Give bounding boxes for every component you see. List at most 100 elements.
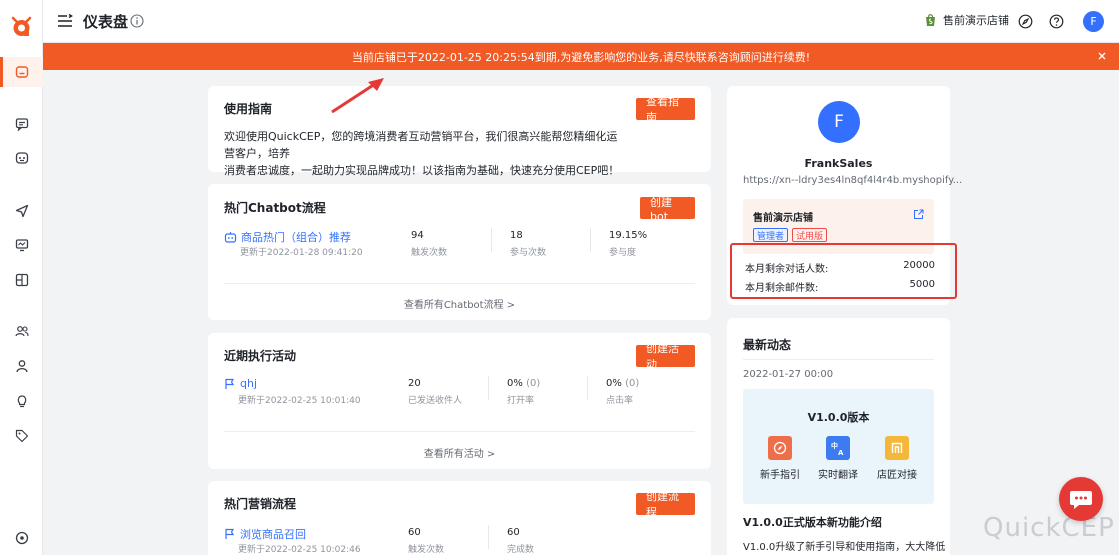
plan-badge: 试用版	[792, 228, 828, 242]
create-campaign-button[interactable]: 创建活动	[636, 342, 695, 371]
stat-label: 参与次数	[510, 248, 547, 258]
guide-card: 使用指南 查看指南 欢迎使用QuickCEP，您的跨境消费者互动营销平台，我们很…	[208, 86, 711, 177]
store-switcher-label: 售前演示店铺	[943, 14, 1009, 27]
divider	[488, 376, 489, 400]
quota-row-conversations: 本月剩余对话人数: 20000	[745, 260, 935, 275]
watermark-text: QuickCEP	[983, 513, 1115, 543]
flag-icon	[225, 378, 235, 389]
feature-label: 店匠对接	[877, 470, 917, 481]
quota-value: 5000	[909, 279, 935, 290]
news-headline[interactable]: V1.0.0正式版本新功能介绍	[743, 514, 882, 530]
marketing-card: 热门营销流程 创建流程 浏览商品召回 更新于2022-02-25 10:02:4…	[208, 481, 711, 555]
divider	[587, 376, 588, 400]
chatbot-flow-link[interactable]: 商品热门（组合）推荐	[224, 229, 351, 245]
marketing-title: 热门营销流程	[224, 497, 297, 511]
create-flow-button[interactable]: 创建流程	[636, 490, 695, 519]
nav-tags-icon[interactable]	[12, 426, 32, 446]
page-title: 仪表盘	[83, 13, 129, 31]
campaign-updated: 更新于2022-02-25 10:01:40	[238, 396, 361, 406]
nav-audience-icon[interactable]	[12, 321, 32, 341]
nav-dashboard-icon[interactable]	[0, 57, 43, 87]
menu-toggle-icon[interactable]	[57, 13, 73, 29]
news-date: 2022-01-27 00:00	[743, 369, 834, 380]
store-name: 售前演示店铺	[753, 213, 813, 224]
news-title: 最新动态	[743, 338, 792, 352]
feature-item: 中A 实时翻译	[813, 436, 863, 481]
stat-value: 60	[408, 527, 421, 538]
feature-label: 实时翻译	[818, 470, 858, 481]
divider	[590, 228, 591, 252]
marketing-flow-name: 浏览商品召回	[240, 528, 306, 541]
chatbot-title: 热门Chatbot流程	[224, 201, 326, 215]
view-guide-button[interactable]: 查看指南	[636, 95, 695, 124]
guide-intro: 欢迎使用QuickCEP，您的跨境消费者互动营销平台，我们很高兴能帮您精细化运营…	[224, 128, 624, 179]
stat-value: 0% (0)	[606, 378, 640, 389]
feature-item: 新手指引	[755, 436, 805, 481]
stat-label: 触发次数	[411, 248, 448, 258]
campaign-name: qhj	[240, 377, 258, 390]
nav-chat-icon[interactable]	[12, 114, 32, 134]
stat-value: 0% (0)	[507, 378, 541, 389]
store-switcher[interactable]: 售前演示店铺	[924, 12, 1009, 28]
stat-label: 参与度	[609, 248, 637, 258]
campaign-link[interactable]: qhj	[224, 377, 257, 390]
nav-campaign-send-icon[interactable]	[12, 201, 32, 221]
divider	[743, 359, 934, 360]
quota-label: 本月剩余对话人数:	[745, 264, 829, 275]
live-chat-button[interactable]	[1059, 477, 1103, 521]
top-header: 仪表盘 售前演示店铺 F	[43, 0, 1119, 43]
campaign-title: 近期执行活动	[224, 349, 297, 363]
stat-label: 已发送收件人	[408, 396, 463, 406]
view-all-campaigns-link[interactable]: 查看所有活动 >	[208, 445, 711, 460]
help-icon[interactable]	[1049, 14, 1064, 29]
flag-icon	[225, 528, 235, 539]
expiry-banner: 当前店铺已于2022-01-25 20:25:54到期,为避免影响您的业务,请尽…	[43, 43, 1119, 70]
create-bot-button[interactable]: 创建bot	[640, 196, 695, 223]
close-icon[interactable]	[1095, 49, 1109, 63]
campaign-card: 近期执行活动 创建活动 qhj 更新于2022-02-25 10:01:40 2…	[208, 333, 711, 469]
external-link-icon[interactable]	[913, 209, 924, 220]
store-connect-icon	[885, 436, 909, 460]
profile-card: F FrankSales https://xn--ldry3es4ln8qf4l…	[727, 86, 962, 305]
left-sidebar	[0, 0, 43, 555]
shopify-bag-icon	[926, 14, 935, 26]
view-all-chatbot-link[interactable]: 查看所有Chatbot流程 >	[208, 296, 711, 311]
nav-user-icon[interactable]	[12, 356, 32, 376]
quickcep-logo-icon[interactable]	[9, 14, 34, 39]
user-avatar[interactable]: F	[1083, 11, 1104, 32]
guide-intro-line2: 消费者忠诚度，一起助力实现品牌成功！以该指南为基础，快速充分使用CEP吧！	[224, 164, 620, 177]
guide-title: 使用指南	[224, 102, 273, 116]
divider	[224, 431, 695, 432]
chat-bubble-icon	[1070, 491, 1092, 509]
compass-icon[interactable]	[1018, 14, 1033, 29]
chatbot-card: 热门Chatbot流程 创建bot 商品热门（组合）推荐 更新于2022-01-…	[208, 184, 711, 320]
stat-label: 完成数	[507, 545, 535, 555]
quota-label: 本月剩余邮件数:	[745, 283, 819, 294]
quota-row-emails: 本月剩余邮件数: 5000	[745, 279, 935, 294]
profile-avatar: F	[818, 101, 860, 143]
version-banner[interactable]: V1.0.0版本 新手指引 中A 实时翻译 店匠对接	[743, 389, 934, 504]
svg-text:A: A	[838, 449, 844, 456]
divider	[224, 283, 695, 284]
stat-label: 触发次数	[408, 545, 445, 555]
chatbot-flow-name: 商品热门（组合）推荐	[241, 231, 351, 244]
divider	[491, 228, 492, 252]
nav-settings-icon[interactable]	[12, 528, 32, 548]
info-icon[interactable]	[130, 14, 144, 28]
stat-label: 点击率	[606, 396, 634, 406]
annotation-arrow-icon	[331, 78, 384, 114]
stat-value: 18	[510, 230, 523, 241]
nav-insights-bulb-icon[interactable]	[12, 391, 32, 411]
nav-chatbot-icon[interactable]	[12, 148, 32, 168]
nav-automation-icon[interactable]	[12, 235, 32, 255]
chatbot-flow-updated: 更新于2022-01-28 09:41:20	[240, 248, 363, 258]
quota-value: 20000	[903, 260, 935, 271]
quota-highlight: 本月剩余对话人数: 20000 本月剩余邮件数: 5000	[730, 243, 957, 299]
marketing-flow-link[interactable]: 浏览商品召回	[224, 526, 306, 542]
divider	[488, 525, 489, 549]
nav-apps-icon[interactable]	[12, 270, 32, 290]
role-badge: 管理者	[753, 228, 789, 242]
expiry-banner-text: 当前店铺已于2022-01-25 20:25:54到期,为避免影响您的业务,请尽…	[351, 50, 811, 64]
stat-value: 60	[507, 527, 520, 538]
profile-shop-url: https://xn--ldry3es4ln8qf4l4r4b.myshopif…	[743, 175, 963, 186]
